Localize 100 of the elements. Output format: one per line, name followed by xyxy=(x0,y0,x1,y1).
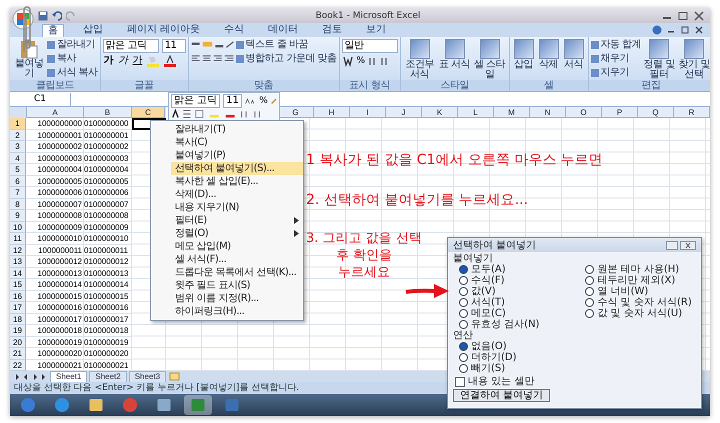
row-header[interactable]: 6 xyxy=(10,176,26,187)
row-header[interactable]: 18 xyxy=(10,314,26,325)
row-header[interactable]: 5 xyxy=(10,164,26,176)
menu-item[interactable]: 붙여넣기(P) xyxy=(171,149,303,162)
menu-item[interactable]: 윗주 필드 표시(S) xyxy=(171,279,303,292)
row-header[interactable]: 17 xyxy=(10,302,26,314)
ribbon-tab[interactable]: 삽입 xyxy=(78,24,108,36)
paste-button[interactable]: 붙여넣기 xyxy=(12,39,46,79)
format-button[interactable]: 가 xyxy=(117,55,129,67)
ribbon-button[interactable]: 삽입 xyxy=(512,39,536,70)
radio-option[interactable]: 모두(A) xyxy=(453,264,540,275)
row-header[interactable]: 8 xyxy=(10,198,26,210)
radio-option[interactable]: 테두리만 제외(X) xyxy=(579,275,692,286)
radio-option[interactable]: 원본 테마 사용(H) xyxy=(579,264,692,275)
ribbon-button[interactable]: 서식 복사 xyxy=(47,67,98,79)
column-header[interactable]: K xyxy=(422,107,458,118)
column-header[interactable]: I xyxy=(350,107,386,118)
ribbon-button[interactable]: 병합하고 가운데 맞춤 xyxy=(236,53,337,65)
undo-icon[interactable] xyxy=(52,10,62,20)
menu-item[interactable]: 잘라내기(T) xyxy=(171,123,303,136)
close-icon[interactable] xyxy=(692,10,706,20)
column-header[interactable]: N xyxy=(530,107,566,118)
radio-option[interactable]: 메모(C) xyxy=(453,308,540,319)
maximize-icon[interactable] xyxy=(676,10,690,20)
radio-option[interactable]: 값(V) xyxy=(453,286,540,297)
ribbon-button[interactable]: 서식 xyxy=(562,39,586,70)
column-header[interactable]: P xyxy=(602,107,638,118)
column-header[interactable]: C xyxy=(132,107,166,118)
row-header[interactable]: 22 xyxy=(10,360,26,371)
percent-button[interactable]: % xyxy=(356,56,365,66)
font-field[interactable]: 맑은 고딕 xyxy=(171,94,220,108)
menu-item[interactable]: 내용 지우기(N) xyxy=(171,201,303,214)
ribbon-button[interactable]: 텍스트 줄 바꿈 xyxy=(236,39,337,51)
ribbon-button[interactable]: 셀 스타일 xyxy=(472,39,507,80)
row-header[interactable]: 13 xyxy=(10,256,26,268)
ribbon-button[interactable]: 정렬 및 필터 xyxy=(642,39,676,80)
row-header[interactable]: 2 xyxy=(10,130,26,141)
ribbon-tab[interactable]: 수식 xyxy=(219,24,250,36)
row-header[interactable]: 7 xyxy=(10,187,26,198)
row-header[interactable]: 20 xyxy=(10,336,26,348)
radio-option[interactable]: 값 및 숫자 서식(U) xyxy=(579,308,692,319)
radio-option[interactable]: 빼기(S) xyxy=(453,363,696,374)
font-field[interactable]: 맑은 고딕 xyxy=(102,39,159,53)
ribbon-button[interactable]: 조건부 서식 xyxy=(402,39,437,80)
row-header[interactable]: 9 xyxy=(10,210,26,222)
close-icon[interactable] xyxy=(694,25,704,35)
ribbon-button[interactable]: 복사 xyxy=(47,53,98,65)
ribbon-button[interactable]: 채우기 xyxy=(590,53,642,65)
column-header[interactable]: L xyxy=(458,107,494,118)
column-header[interactable]: J xyxy=(386,107,422,118)
radio-option[interactable]: 수식 및 숫자 서식(R) xyxy=(579,297,692,308)
sheet-nav-icon[interactable] xyxy=(14,372,48,380)
radio-option[interactable]: 열 너비(W) xyxy=(579,286,692,297)
font-size-field[interactable]: 11 xyxy=(162,39,186,53)
ribbon-button[interactable]: 지우기 xyxy=(590,67,642,79)
close-icon[interactable] xyxy=(680,240,696,250)
ribbon-tab[interactable]: 홈 xyxy=(42,24,64,36)
restore-icon[interactable] xyxy=(680,25,690,35)
format-button[interactable]: 가 xyxy=(102,55,114,67)
menu-item[interactable]: 선택하여 붙여넣기(S)... xyxy=(171,162,303,175)
radio-option[interactable]: 서식(T) xyxy=(453,297,540,308)
ribbon-button[interactable]: 찾기 및 선택 xyxy=(677,39,710,80)
number-format-field[interactable]: 일반 xyxy=(342,39,398,53)
paste-link-button[interactable]: 연결하여 붙여넣기 xyxy=(453,389,550,402)
ribbon-button[interactable]: 자동 합계 xyxy=(590,39,642,51)
menu-item[interactable]: 복사한 셀 삽입(E)... xyxy=(171,175,303,188)
sheet-tab[interactable]: Sheet3 xyxy=(128,370,166,382)
column-header[interactable]: R xyxy=(674,107,710,118)
font-size-field[interactable]: 11 xyxy=(223,94,242,108)
row-header[interactable]: 3 xyxy=(10,141,26,152)
fill-color-icon[interactable] xyxy=(146,55,160,67)
menu-item[interactable]: 셀 서식(F)... xyxy=(171,253,303,266)
menu-item[interactable]: 드롭다운 목록에서 선택(K)... xyxy=(171,266,303,279)
menu-item[interactable]: 정렬(O) xyxy=(171,227,303,240)
name-box[interactable]: C1 xyxy=(10,92,71,106)
font-color-icon[interactable] xyxy=(163,55,178,67)
ribbon-tab[interactable]: 데이터 xyxy=(263,24,304,36)
ribbon-button[interactable]: 잘라내기 xyxy=(47,39,98,51)
sheet-tab[interactable]: Sheet1 xyxy=(50,370,88,382)
menu-item[interactable]: 메모 삽입(M) xyxy=(171,240,303,253)
percent-button[interactable]: % xyxy=(259,96,268,106)
row-header[interactable]: 4 xyxy=(10,152,26,164)
brush-icon[interactable] xyxy=(270,96,277,106)
column-header[interactable]: M xyxy=(494,107,530,118)
ribbon-tab[interactable]: 페이지 레이아웃 xyxy=(122,24,206,36)
radio-option[interactable]: 더하기(D) xyxy=(453,352,696,363)
column-header[interactable]: H xyxy=(314,107,350,118)
align-icons[interactable] xyxy=(190,39,235,51)
menu-item[interactable]: 하이퍼링크(H)... xyxy=(171,305,303,318)
ribbon-tab[interactable]: 검토 xyxy=(317,24,348,36)
column-header[interactable]: O xyxy=(566,107,602,118)
ribbon-tab[interactable]: 보기 xyxy=(361,24,392,36)
column-header[interactable]: B xyxy=(84,107,132,118)
currency-icon[interactable] xyxy=(342,55,354,67)
save-icon[interactable] xyxy=(38,10,48,20)
ribbon-button[interactable]: 삭제 xyxy=(536,39,561,70)
row-header[interactable]: 15 xyxy=(10,279,26,290)
row-header[interactable]: 16 xyxy=(10,290,26,302)
column-header[interactable]: Q xyxy=(638,107,674,118)
row-header[interactable]: 21 xyxy=(10,348,26,360)
